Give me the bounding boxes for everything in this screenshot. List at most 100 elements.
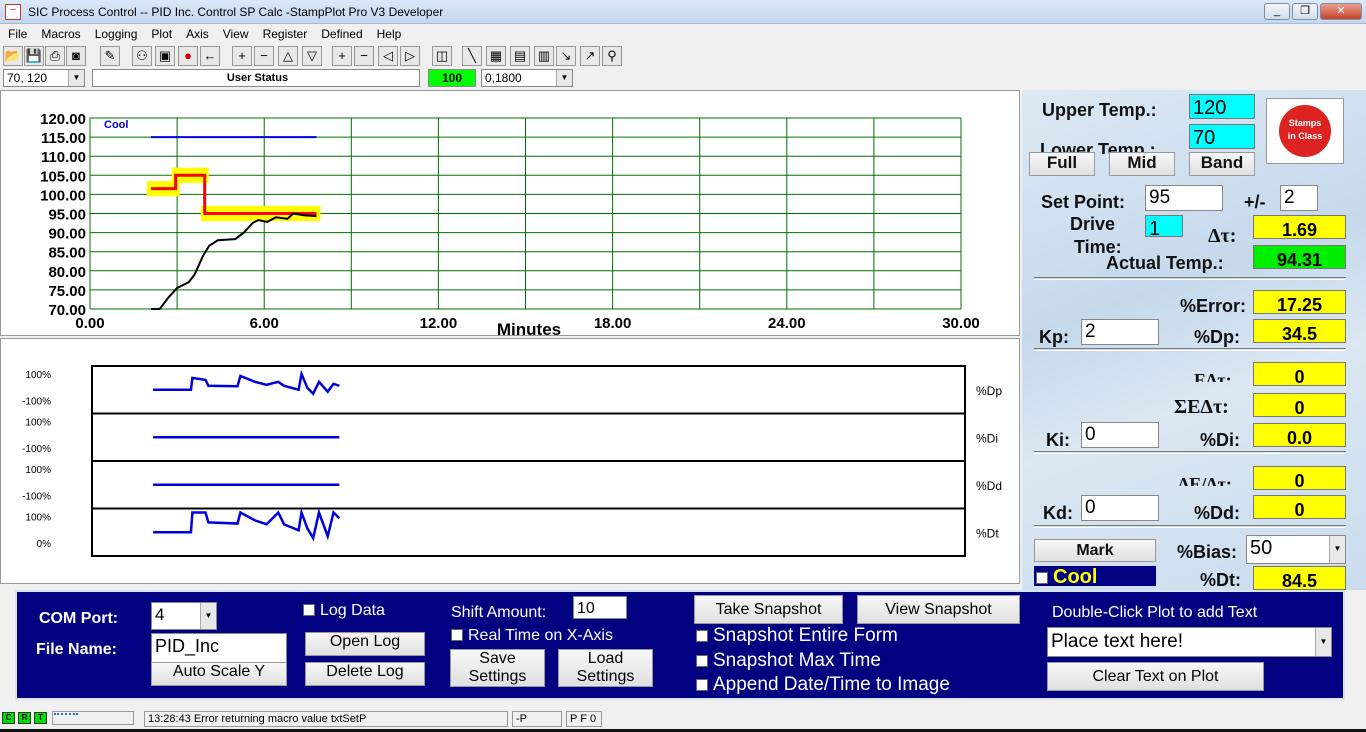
e-delta-tau-value: 0	[1253, 362, 1346, 386]
lower-temp-field[interactable]: 70	[1189, 124, 1255, 149]
plus-minus-input[interactable]: 2	[1280, 185, 1318, 211]
status-p: -P	[512, 711, 562, 727]
menu-file[interactable]: File	[8, 27, 27, 41]
kd-input[interactable]: 0	[1081, 495, 1159, 521]
print-icon[interactable]: ⎙	[45, 46, 65, 66]
chevron-down-icon[interactable]: ▼	[200, 603, 216, 629]
menu-plot[interactable]: Plot	[151, 27, 172, 41]
e-delta-tau-label: EΔτ:	[1194, 370, 1232, 382]
menu-logging[interactable]: Logging	[95, 27, 138, 41]
snapshot-entire-label: Snapshot Entire Form	[713, 625, 898, 646]
plot-text-select[interactable]: Place text here! ▼	[1047, 627, 1332, 657]
close-button[interactable]: ✕	[1320, 3, 1362, 20]
menu-register[interactable]: Register	[263, 27, 308, 41]
title-bar: ~ SIC Process Control -- PID Inc. Contro…	[0, 0, 1366, 24]
t-indicator: T	[34, 712, 47, 724]
graph-icon[interactable]: ↗	[580, 46, 600, 66]
up-icon[interactable]: △	[278, 46, 298, 66]
open-log-button[interactable]: Open Log	[305, 632, 425, 656]
ki-label: Ki:	[1046, 430, 1070, 450]
mid-button[interactable]: Mid	[1109, 152, 1175, 176]
chevron-down-icon[interactable]: ▼	[1315, 628, 1331, 656]
menu-help[interactable]: Help	[377, 27, 402, 41]
chart-icon[interactable]: ▦	[486, 46, 506, 66]
y-tick-label: 115.00	[41, 130, 86, 147]
ki-input[interactable]: 0	[1081, 422, 1159, 448]
log-data-label: Log Data	[320, 602, 385, 619]
x-tick-label: 12.00	[420, 315, 458, 332]
minus-icon[interactable]: −	[354, 46, 374, 66]
plus-icon[interactable]: +	[232, 46, 252, 66]
com-port-select[interactable]: 4 ▼	[151, 602, 217, 630]
left-icon[interactable]: ◁	[378, 46, 398, 66]
camera-icon[interactable]: ◙	[66, 46, 86, 66]
mark-button[interactable]: Mark	[1034, 539, 1156, 562]
minus-icon[interactable]: −	[254, 46, 274, 66]
checkbox[interactable]	[1036, 572, 1048, 584]
divider	[1034, 348, 1346, 351]
checkbox[interactable]	[696, 630, 708, 642]
clear-text-button[interactable]: Clear Text on Plot	[1047, 662, 1264, 691]
drive-time-field[interactable]: 1	[1145, 215, 1183, 237]
drive-plot[interactable]: 100% -100% %Dp 100% -100% %Di 100% -100% %Dd 100%…	[0, 338, 1020, 584]
snapshot-max-time-checkbox[interactable]: Snapshot Max Time	[696, 650, 881, 672]
kp-input[interactable]: 2	[1081, 319, 1159, 345]
strip-line	[153, 369, 340, 396]
checkbox[interactable]	[696, 655, 708, 667]
probe-icon[interactable]: ↘	[556, 46, 576, 66]
file-name-input[interactable]: PID_Inc	[151, 633, 287, 663]
save-settings-button[interactable]: Save Settings	[450, 649, 545, 687]
view-snapshot-button[interactable]: View Snapshot	[857, 595, 1020, 624]
full-button[interactable]: Full	[1029, 152, 1095, 176]
band-button[interactable]: Band	[1189, 152, 1255, 176]
chevron-down-icon[interactable]: ▼	[1329, 536, 1345, 563]
clock-icon[interactable]: ◫	[432, 46, 452, 66]
upper-temp-field[interactable]: 120	[1189, 94, 1255, 119]
menu-macros[interactable]: Macros	[41, 27, 80, 41]
menu-defined[interactable]: Defined	[321, 27, 362, 41]
right-icon[interactable]: ▷	[400, 46, 420, 66]
plus-icon[interactable]: +	[332, 46, 352, 66]
bias-select[interactable]: 50 ▼	[1246, 535, 1346, 564]
set-point-input[interactable]: 95	[1145, 185, 1223, 211]
y-tick-label: 120.00	[40, 111, 86, 128]
strip-line	[153, 507, 341, 542]
maximize-button[interactable]: ❐	[1292, 3, 1318, 20]
y-range-select[interactable]: 70, 120 ▼	[3, 69, 85, 87]
temperature-plot[interactable]: 70.00 75.00 80.00 85.00 90.00 95.00 100.00 105.…	[0, 90, 1020, 339]
real-time-checkbox[interactable]: Real Time on X-Axis	[451, 627, 613, 645]
snapshot-entire-form-checkbox[interactable]: Snapshot Entire Form	[696, 625, 898, 647]
connect-icon[interactable]: ⚇	[132, 46, 152, 66]
wrench-icon[interactable]: ⚲	[602, 46, 622, 66]
take-snapshot-button[interactable]: Take Snapshot	[694, 595, 843, 624]
cool-checkbox[interactable]: Cool	[1034, 566, 1156, 588]
auto-scale-y-button[interactable]: Auto Scale Y	[151, 662, 287, 686]
chevron-down-icon[interactable]: ▼	[68, 70, 84, 86]
chevron-down-icon[interactable]: ▼	[556, 70, 572, 86]
shift-amount-input[interactable]: 10	[573, 596, 627, 619]
wand-icon[interactable]: ✎	[100, 46, 120, 66]
x-range-select[interactable]: 0,1800 ▼	[481, 69, 573, 87]
down-icon[interactable]: ▽	[302, 46, 322, 66]
minimize-button[interactable]: _	[1264, 3, 1290, 20]
load-settings-button[interactable]: Load Settings	[558, 649, 653, 687]
back-arrow-icon[interactable]: ←	[200, 46, 220, 66]
save-icon[interactable]: 💾	[24, 46, 44, 66]
monitor-icon[interactable]: ▣	[155, 46, 175, 66]
delete-log-button[interactable]: Delete Log	[305, 662, 425, 686]
menu-view[interactable]: View	[223, 27, 249, 41]
calc-icon[interactable]: ▥	[534, 46, 554, 66]
plus-minus-label: +/-	[1244, 192, 1266, 212]
checkbox[interactable]	[303, 604, 315, 616]
open-icon[interactable]: 📂	[3, 46, 23, 66]
checkbox[interactable]	[451, 629, 463, 641]
menu-axis[interactable]: Axis	[186, 27, 209, 41]
pen-icon[interactable]: ╲	[462, 46, 482, 66]
checkbox[interactable]	[696, 679, 708, 691]
dd-value: 0	[1253, 495, 1346, 519]
stop-icon[interactable]: ●	[178, 46, 198, 66]
set-point-label: Set Point:	[1041, 192, 1125, 212]
append-date-checkbox[interactable]: Append Date/Time to Image	[696, 674, 950, 696]
log-data-checkbox[interactable]: Log Data	[303, 602, 385, 620]
note-icon[interactable]: ▤	[510, 46, 530, 66]
